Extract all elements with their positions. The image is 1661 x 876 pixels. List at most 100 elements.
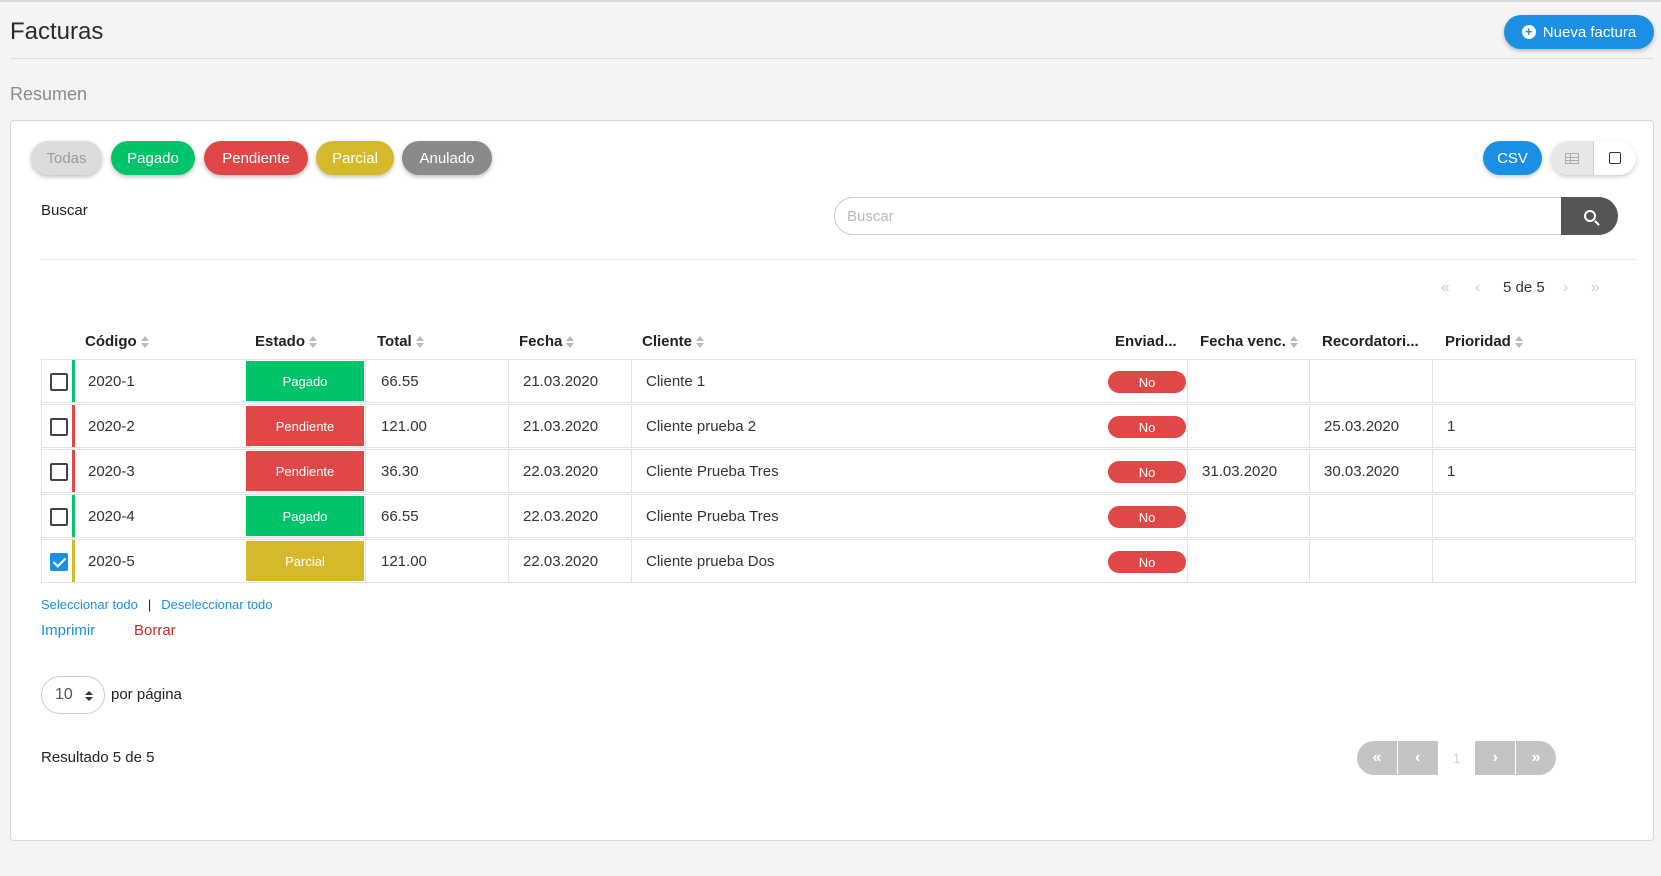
page-count: 5 de 5 — [1503, 279, 1545, 296]
total-cell: 121.00 — [365, 405, 508, 447]
sort-icon — [566, 336, 575, 349]
square-icon — [1609, 152, 1621, 164]
reminder-cell: 25.03.2020 — [1309, 405, 1432, 447]
per-page-select[interactable]: 10 — [41, 676, 105, 714]
search-divider — [41, 259, 1636, 260]
page-title: Facturas — [10, 18, 104, 45]
card-view-button[interactable] — [1593, 141, 1636, 175]
last-page-button[interactable]: » — [1516, 741, 1556, 775]
due-date-cell — [1187, 495, 1309, 537]
column-header-sent[interactable]: Enviad... — [1115, 333, 1177, 350]
total-cell: 121.00 — [365, 540, 508, 582]
client-cell: Cliente 1 — [631, 360, 1102, 402]
table-view-button[interactable] — [1551, 141, 1593, 175]
table-row[interactable]: 2020-4 66.55 22.03.2020 Cliente Prueba Tres… — [41, 494, 1636, 538]
last-page-icon[interactable]: » — [1591, 279, 1600, 297]
next-page-button[interactable]: › — [1475, 741, 1516, 775]
date-cell: 21.03.2020 — [508, 405, 631, 447]
select-all-link[interactable]: Seleccionar todo — [41, 597, 138, 612]
code-cell: 2020-5 — [88, 552, 135, 570]
per-page-label: por página — [111, 686, 182, 703]
priority-cell — [1432, 495, 1536, 537]
table-row[interactable]: 2020-2 121.00 21.03.2020 Cliente prueba 2 25… — [41, 404, 1636, 448]
first-page-icon[interactable]: « — [1441, 279, 1450, 297]
status-badge: Pendiente — [246, 451, 364, 491]
row-checkbox[interactable] — [50, 508, 68, 526]
selection-separator: | — [147, 597, 152, 612]
date-cell: 22.03.2020 — [508, 495, 631, 537]
result-count: Resultado 5 de 5 — [41, 749, 155, 766]
row-checkbox[interactable] — [50, 373, 68, 391]
date-cell: 22.03.2020 — [508, 450, 631, 492]
priority-cell: 1 — [1432, 450, 1536, 492]
page-number-button[interactable]: 1 — [1438, 741, 1475, 775]
top-border — [0, 0, 1661, 2]
sent-badge: No — [1108, 551, 1186, 573]
table-row[interactable]: 2020-3 36.30 22.03.2020 Cliente Prueba Tres… — [41, 449, 1636, 493]
priority-cell: 1 — [1432, 405, 1536, 447]
date-cell: 22.03.2020 — [508, 540, 631, 582]
client-cell: Cliente Prueba Tres — [631, 495, 1102, 537]
first-page-button[interactable]: « — [1357, 741, 1397, 775]
sort-icon — [696, 336, 705, 349]
table-row[interactable]: 2020-1 66.55 21.03.2020 Cliente 1 Pagado No — [41, 359, 1636, 403]
reminder-cell — [1309, 495, 1432, 537]
deselect-all-link[interactable]: Deseleccionar todo — [161, 597, 272, 612]
next-page-icon[interactable]: › — [1563, 279, 1568, 297]
reminder-cell: 30.03.2020 — [1309, 450, 1432, 492]
column-header-code[interactable]: Código — [85, 333, 149, 350]
sort-icon — [1514, 336, 1523, 349]
due-date-cell — [1187, 360, 1309, 402]
delete-link[interactable]: Borrar — [134, 622, 176, 639]
status-badge: Pagado — [246, 496, 364, 536]
code-cell: 2020-3 — [88, 462, 135, 480]
due-date-cell — [1187, 540, 1309, 582]
column-header-total[interactable]: Total — [377, 333, 424, 350]
filter-all-button[interactable]: Todas — [31, 141, 102, 175]
csv-export-button[interactable]: CSV — [1483, 141, 1542, 175]
section-subtitle: Resumen — [10, 84, 88, 104]
filter-void-button[interactable]: Anulado — [402, 141, 492, 175]
sort-icon — [140, 336, 149, 349]
selection-links: Seleccionar todo | Deseleccionar todo — [41, 597, 273, 612]
sent-badge: No — [1108, 371, 1186, 393]
reminder-cell — [1309, 540, 1432, 582]
filter-paid-button[interactable]: Pagado — [111, 141, 195, 175]
row-checkbox[interactable] — [50, 418, 68, 436]
new-invoice-button[interactable]: + Nueva factura — [1504, 15, 1654, 49]
total-cell: 36.30 — [365, 450, 508, 492]
bottom-pagination: « ‹ 1 › » — [1357, 741, 1557, 775]
sort-icon — [309, 336, 318, 349]
column-header-due-date[interactable]: Fecha venc. — [1200, 333, 1298, 350]
title-divider — [10, 58, 1654, 59]
filter-partial-button[interactable]: Parcial — [316, 141, 394, 175]
row-checkbox[interactable] — [50, 553, 68, 571]
priority-cell — [1432, 540, 1536, 582]
plus-circle-icon: + — [1521, 25, 1536, 39]
view-toggle — [1551, 141, 1636, 175]
search-button[interactable] — [1561, 197, 1618, 235]
top-pagination: « ‹ 5 de 5 › » — [1441, 271, 1636, 305]
row-checkbox[interactable] — [50, 463, 68, 481]
status-badge: Pagado — [246, 361, 364, 401]
client-cell: Cliente prueba 2 — [631, 405, 1102, 447]
print-link[interactable]: Imprimir — [41, 622, 95, 639]
prev-page-button[interactable]: ‹ — [1397, 741, 1438, 775]
column-header-date[interactable]: Fecha — [519, 333, 575, 350]
prev-page-icon[interactable]: ‹ — [1475, 279, 1480, 297]
column-header-priority[interactable]: Prioridad — [1445, 333, 1523, 350]
search-input[interactable] — [834, 197, 1562, 235]
priority-cell — [1432, 360, 1536, 402]
due-date-cell: 31.03.2020 — [1187, 450, 1309, 492]
table-row[interactable]: 2020-5 121.00 22.03.2020 Cliente prueba Dos… — [41, 539, 1636, 583]
column-header-state[interactable]: Estado — [255, 333, 318, 350]
filter-pending-button[interactable]: Pendiente — [204, 141, 308, 175]
column-header-reminder[interactable]: Recordatori... — [1322, 333, 1419, 350]
client-cell: Cliente Prueba Tres — [631, 450, 1102, 492]
column-header-client[interactable]: Cliente — [642, 333, 705, 350]
table-grid-icon — [1565, 152, 1579, 164]
client-cell: Cliente prueba Dos — [631, 540, 1102, 582]
select-arrows-icon — [85, 691, 93, 701]
sent-badge: No — [1108, 506, 1186, 528]
search-icon — [1583, 210, 1596, 222]
